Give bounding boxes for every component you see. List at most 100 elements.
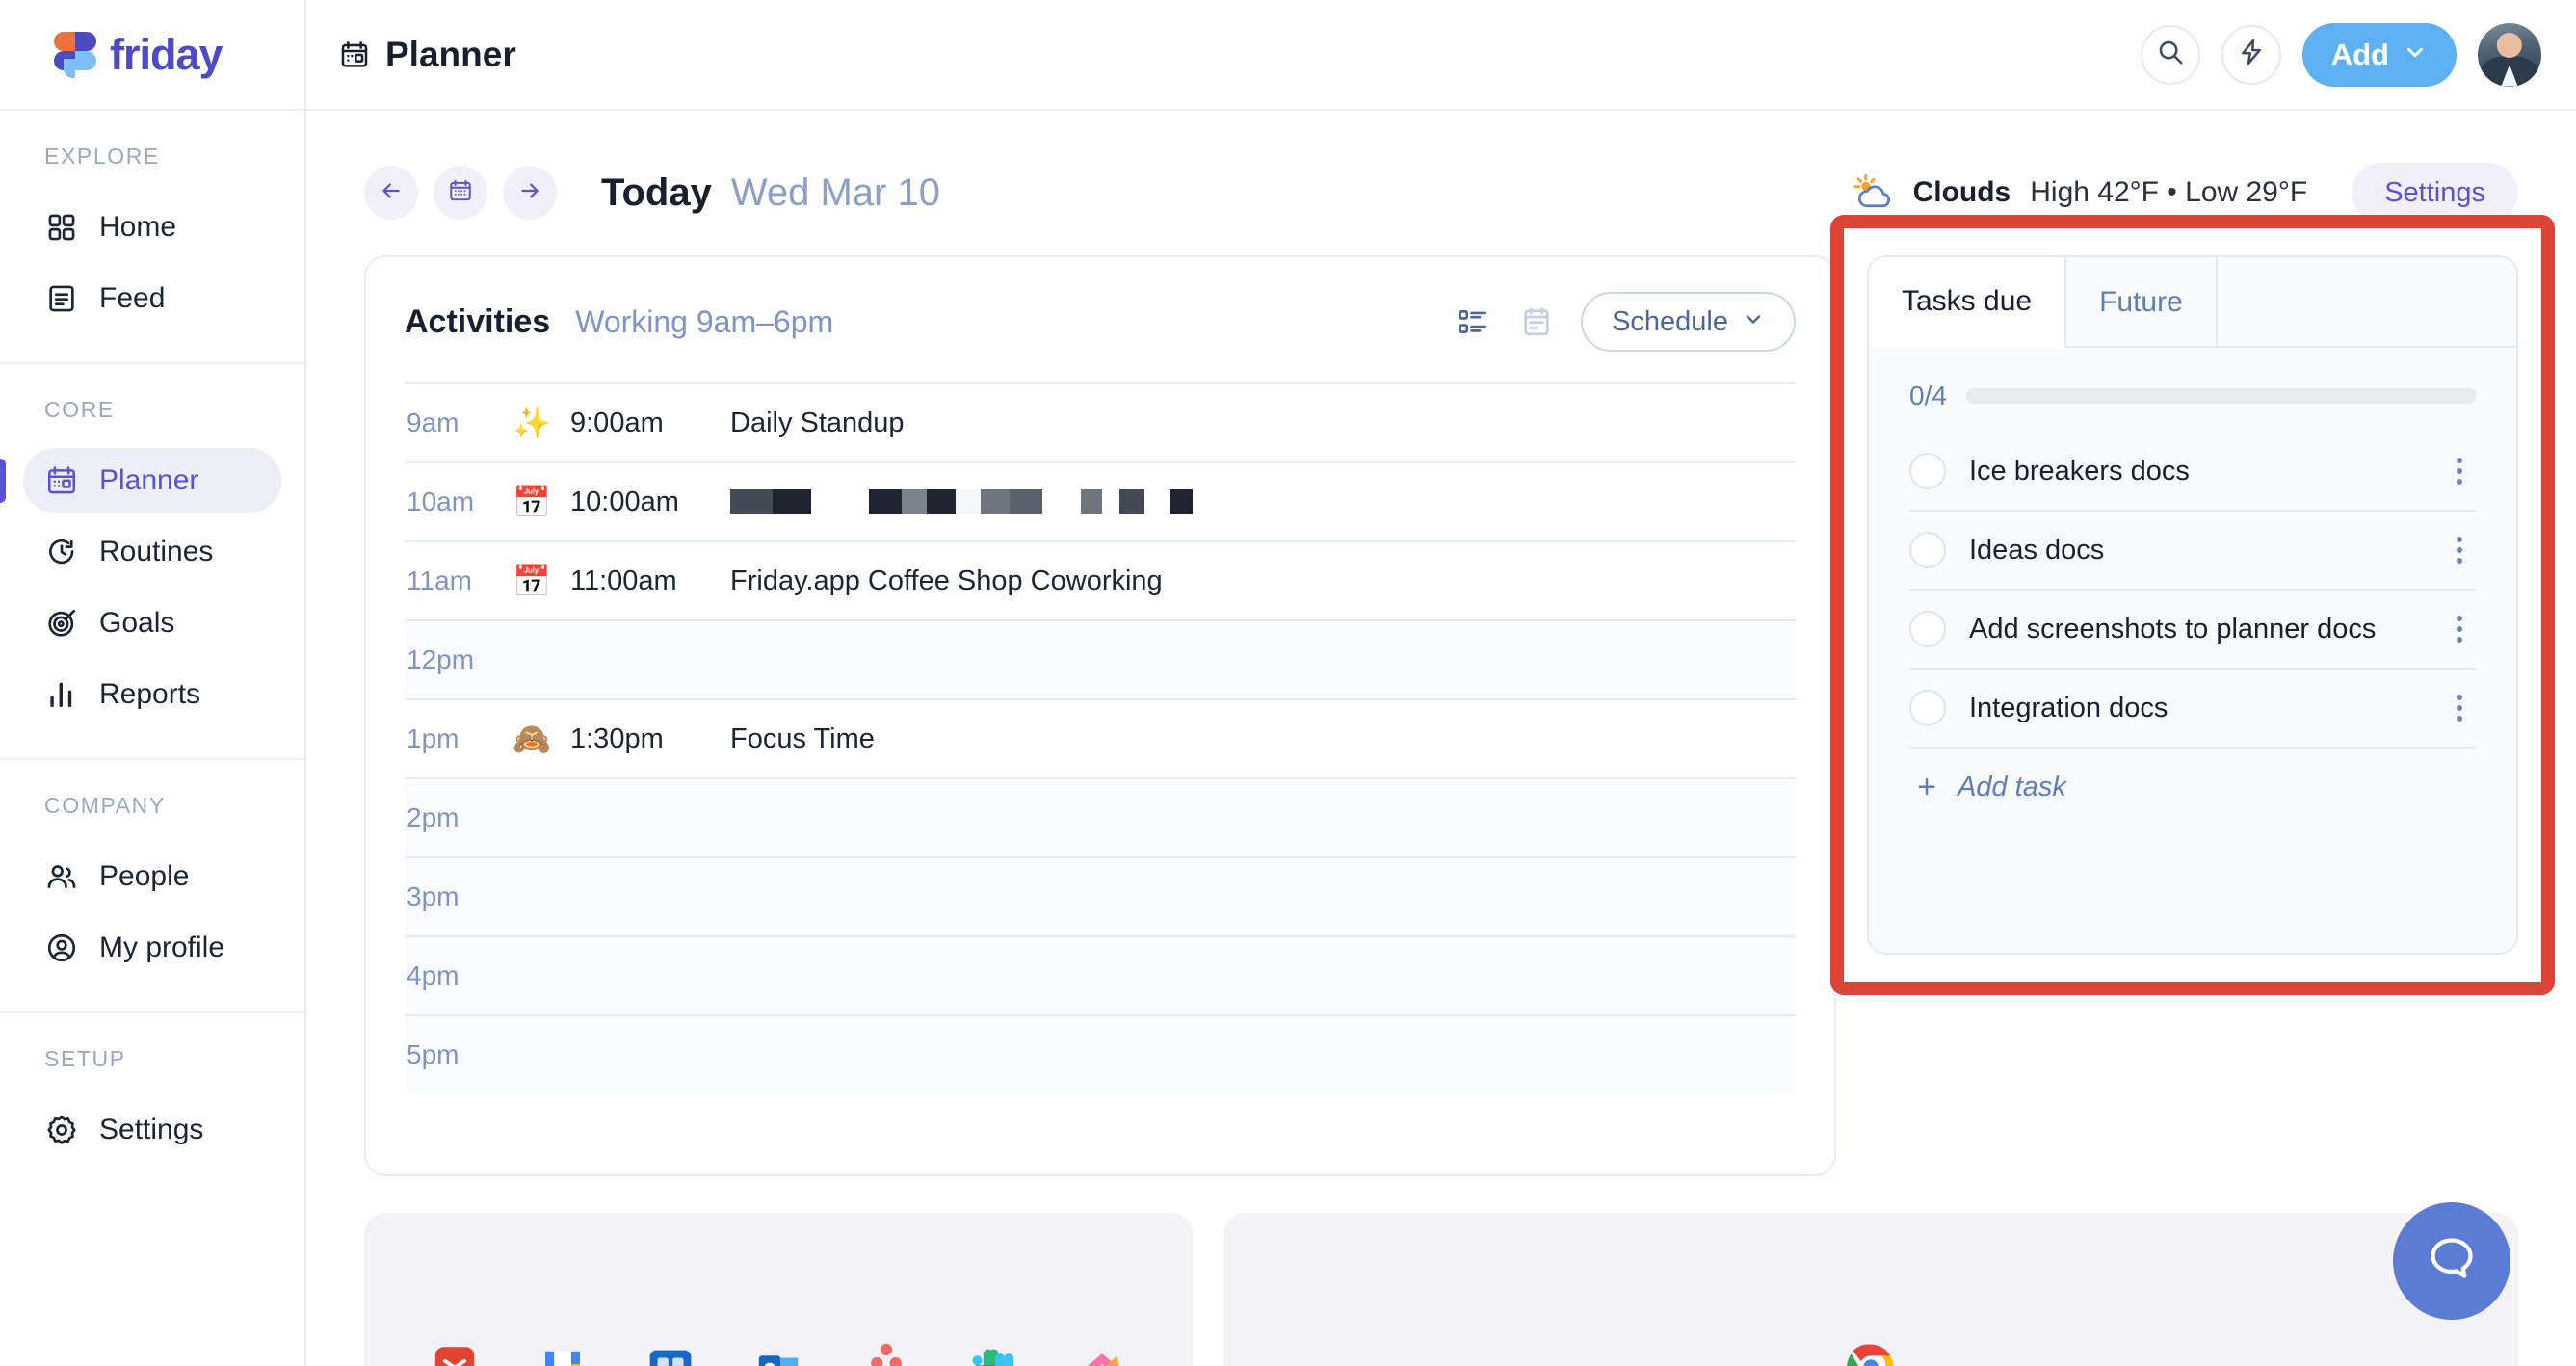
slot-hour-label: 9am	[407, 407, 460, 437]
kebab-menu-icon[interactable]	[2443, 690, 2476, 726]
sidebar-item-routines[interactable]: Routines	[23, 519, 281, 585]
friday-logo-icon	[54, 31, 96, 78]
brand-name: friday	[110, 29, 223, 79]
task-row[interactable]: Integration docs	[1909, 670, 2476, 749]
tab-future[interactable]: Future	[2066, 257, 2218, 348]
task-row[interactable]: Ideas docs	[1909, 512, 2476, 591]
schedule-slot[interactable]: 4pm	[405, 935, 1796, 1014]
quick-actions-button[interactable]	[2221, 24, 2281, 85]
user-circle-icon	[45, 932, 78, 964]
clickup-icon[interactable]	[1075, 1342, 1129, 1366]
sidebar-item-planner[interactable]: Planner	[0, 448, 281, 513]
google-chrome-icon[interactable]	[1844, 1342, 1898, 1366]
page-title: Planner	[339, 35, 516, 75]
brand-logo[interactable]: friday	[0, 0, 304, 111]
redaction-block	[1010, 489, 1042, 514]
redaction-block	[1102, 489, 1119, 514]
arrow-left-icon	[379, 178, 404, 208]
event-title: Daily Standup	[730, 407, 905, 438]
sidebar-item-label: Routines	[99, 536, 214, 567]
search-button[interactable]	[2140, 24, 2200, 85]
redaction-block	[773, 489, 811, 514]
schedule-slot[interactable]: 5pm	[405, 1014, 1796, 1093]
schedule-slot[interactable]: 11am 📅 11:00am Friday.app Coffee Shop Cowor…	[405, 540, 1796, 619]
schedule-slot[interactable]: 2pm	[405, 777, 1796, 856]
tasks-progress: 0/4	[1869, 348, 2516, 433]
trello-icon[interactable]	[644, 1342, 697, 1366]
sidebar-nav: EXPLORE Home Feed CORE Planner Routines Goals R…	[0, 111, 304, 1194]
search-icon	[2156, 38, 2185, 71]
chevron-down-icon	[2403, 38, 2428, 72]
agenda-view-icon[interactable]	[1517, 302, 1556, 341]
sidebar-item-people[interactable]: People	[23, 844, 281, 909]
kebab-menu-icon[interactable]	[2443, 453, 2476, 489]
arrow-right-icon	[517, 178, 542, 208]
task-row[interactable]: Add screenshots to planner docs	[1909, 591, 2476, 670]
schedule-slot[interactable]: 1pm 🙈 1:30pm Focus Time	[405, 698, 1796, 777]
add-button-label: Add	[2330, 37, 2389, 71]
slot-hour-label: 5pm	[407, 1039, 460, 1069]
today-label: Today	[601, 171, 712, 214]
todoist-icon[interactable]	[428, 1342, 482, 1366]
next-day-button[interactable]	[503, 166, 557, 220]
calendar-icon	[448, 178, 473, 208]
clock-refresh-icon	[45, 536, 78, 568]
redaction-block	[1042, 489, 1081, 514]
schedule-dropdown-label: Schedule	[1612, 305, 1728, 337]
sidebar-item-goals[interactable]: Goals	[23, 591, 281, 656]
event-time: 1:30pm	[570, 722, 664, 754]
schedule-slot[interactable]: 3pm	[405, 856, 1796, 935]
task-checkbox[interactable]	[1909, 532, 1946, 568]
task-checkbox[interactable]	[1909, 611, 1946, 647]
schedule-slot[interactable]: 9am ✨ 9:00am Daily Standup	[405, 382, 1796, 461]
users-icon	[45, 860, 78, 893]
schedule-dropdown-button[interactable]: Schedule	[1581, 292, 1796, 352]
list-view-icon[interactable]	[1454, 302, 1492, 341]
sidebar-section-label: SETUP	[44, 1046, 126, 1071]
event-time: 11:00am	[570, 565, 677, 596]
top-actions: Add	[2140, 22, 2541, 87]
task-checkbox[interactable]	[1909, 453, 1946, 489]
sidebar-item-label: Goals	[99, 607, 175, 639]
google-calendar-icon[interactable]: 31	[536, 1342, 590, 1366]
schedule-slot[interactable]: 10am 📅 10:00am	[405, 461, 1796, 540]
integrations-card-left: 31 asana	[364, 1213, 1193, 1366]
add-task-button[interactable]: + Add task	[1909, 749, 2476, 826]
weather-settings-button[interactable]: Settings	[2352, 163, 2518, 223]
sidebar-item-reports[interactable]: Reports	[23, 662, 281, 727]
previous-day-button[interactable]	[364, 166, 418, 220]
task-row[interactable]: Ice breakers docs	[1909, 433, 2476, 512]
outlook-icon[interactable]	[751, 1342, 805, 1366]
sidebar-item-my-profile[interactable]: My profile	[23, 915, 281, 981]
slot-hour-label: 3pm	[407, 881, 460, 911]
event-emoji-icon: 📅	[513, 485, 551, 519]
cards-row: Activities Working 9am–6pm Schedule 9am …	[306, 215, 2576, 1176]
avatar[interactable]	[2478, 22, 2541, 87]
slack-icon[interactable]	[967, 1342, 1021, 1366]
slot-hour-label: 12pm	[407, 644, 475, 674]
redaction-block	[902, 489, 927, 514]
schedule-slot[interactable]: 12pm	[405, 619, 1796, 698]
kebab-menu-icon[interactable]	[2443, 532, 2476, 568]
event-time: 9:00am	[570, 407, 664, 438]
sidebar-item-home[interactable]: Home	[23, 195, 281, 260]
date-picker-button[interactable]	[434, 166, 487, 220]
redaction-block	[981, 489, 1010, 514]
task-checkbox[interactable]	[1909, 690, 1946, 726]
kebab-menu-icon[interactable]	[2443, 611, 2476, 647]
tasks-progress-bar	[1965, 388, 2476, 404]
sidebar-item-label: Home	[99, 211, 177, 243]
sidebar-item-label: Settings	[99, 1114, 204, 1145]
sidebar-item-feed[interactable]: Feed	[23, 266, 281, 331]
sidebar-item-settings[interactable]: Settings	[23, 1097, 281, 1163]
event-title: Friday.app Coffee Shop Coworking	[730, 565, 1163, 596]
weather-widget: Clouds High 42°F • Low 29°F Settings	[1852, 163, 2518, 223]
sidebar-group-core: CORE Planner Routines Goals Reports	[0, 364, 304, 760]
asana-icon[interactable]: asana	[859, 1342, 913, 1366]
tab-tasks-due[interactable]: Tasks due	[1869, 257, 2067, 348]
event-emoji-icon: ✨	[513, 406, 551, 440]
tabs-filler	[2218, 257, 2516, 346]
add-button[interactable]: Add	[2301, 22, 2457, 87]
activities-tools: Schedule	[1454, 292, 1796, 352]
help-chat-button[interactable]	[2393, 1202, 2510, 1320]
